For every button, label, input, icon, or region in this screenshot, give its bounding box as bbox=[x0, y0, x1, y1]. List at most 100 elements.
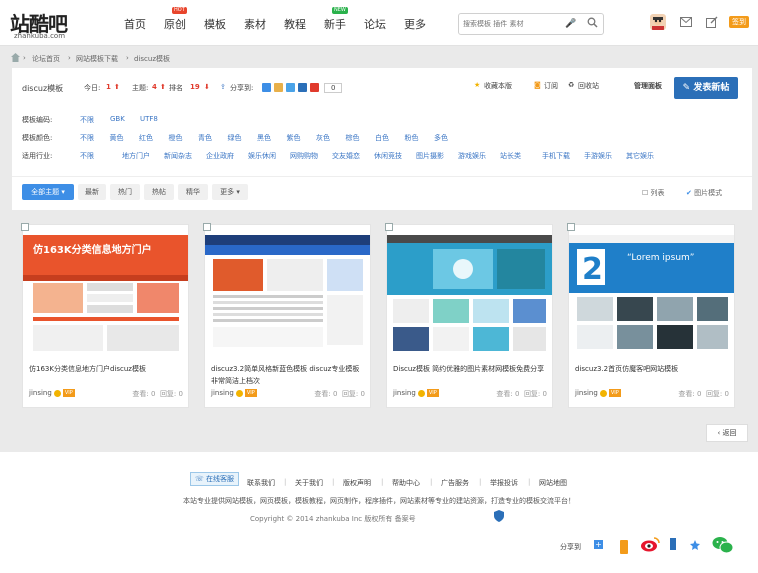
filter-option[interactable]: 不限 bbox=[80, 115, 94, 125]
qzone-icon[interactable] bbox=[690, 540, 700, 550]
weibo-share-icon[interactable] bbox=[310, 83, 319, 92]
qq-icon[interactable] bbox=[670, 538, 676, 550]
mail-icon[interactable] bbox=[680, 17, 692, 30]
thread-author[interactable]: jinsing bbox=[29, 389, 52, 397]
list-mode-link[interactable]: ☐ 列表 bbox=[642, 188, 665, 198]
thread-author[interactable]: jinsing bbox=[575, 389, 598, 397]
avatar[interactable] bbox=[650, 14, 666, 30]
thread-thumbnail[interactable] bbox=[205, 235, 370, 357]
filter-option[interactable]: 青色 bbox=[198, 133, 212, 143]
filter-option[interactable]: 其它娱乐 bbox=[626, 151, 654, 161]
thread-title[interactable]: discuz3.2简单风格新蓝色模板 discuz专业模板 非常简洁上档次 bbox=[211, 363, 367, 387]
search-input[interactable] bbox=[463, 16, 561, 32]
share-site-icon[interactable] bbox=[286, 83, 295, 92]
checkin-badge[interactable]: 签到 bbox=[729, 16, 749, 28]
nav-tutorials[interactable]: 教程 bbox=[284, 16, 306, 32]
weibo-icon[interactable] bbox=[640, 536, 660, 552]
filter-option[interactable]: 红色 bbox=[139, 133, 153, 143]
recycle-link[interactable]: 回收站 bbox=[578, 81, 599, 91]
footer-link-about[interactable]: 关于我们 bbox=[295, 478, 323, 488]
tab-more[interactable]: 更多 ▾ bbox=[212, 184, 248, 200]
filter-option[interactable]: 企业政府 bbox=[206, 151, 234, 161]
filter-option[interactable]: 游戏娱乐 bbox=[458, 151, 486, 161]
filter-option[interactable]: 手机下载 bbox=[542, 151, 570, 161]
select-checkbox[interactable] bbox=[21, 223, 29, 231]
microphone-icon[interactable]: 🎤 bbox=[565, 18, 576, 30]
footer-link-ads[interactable]: 广告服务 bbox=[441, 478, 469, 488]
tab-all-threads[interactable]: 全部主题 ▾ bbox=[22, 184, 74, 200]
search-icon[interactable] bbox=[587, 17, 598, 31]
tab-digest[interactable]: 精华 bbox=[178, 184, 208, 200]
select-checkbox[interactable] bbox=[203, 223, 211, 231]
thread-card[interactable]: 仿163K分类信息地方门户 仿163K分类信息地方门户discuz模板 jins… bbox=[21, 223, 189, 408]
filter-option[interactable]: 棕色 bbox=[346, 133, 360, 143]
renren-icon[interactable] bbox=[298, 83, 307, 92]
tqq-icon[interactable] bbox=[274, 83, 283, 92]
filter-option[interactable]: 粉色 bbox=[405, 133, 419, 143]
tencent-icon[interactable] bbox=[620, 540, 628, 554]
filter-option[interactable]: 手游娱乐 bbox=[584, 151, 612, 161]
filter-option[interactable]: GBK bbox=[110, 115, 125, 123]
filter-option[interactable]: 休闲竞技 bbox=[374, 151, 402, 161]
rss-link[interactable]: 订阅 bbox=[544, 81, 558, 91]
back-button[interactable]: ‹ 返回 bbox=[706, 424, 748, 442]
footer-link-help[interactable]: 帮助中心 bbox=[392, 478, 420, 488]
nav-materials[interactable]: 素材 bbox=[244, 16, 266, 32]
filter-option[interactable]: 地方门户 bbox=[122, 151, 150, 161]
qzone-icon[interactable] bbox=[262, 83, 271, 92]
select-checkbox[interactable] bbox=[567, 223, 575, 231]
filter-option[interactable]: 网购购物 bbox=[290, 151, 318, 161]
nav-home[interactable]: 首页 bbox=[124, 16, 146, 32]
favorite-link[interactable]: 收藏本版 bbox=[484, 81, 512, 91]
filter-option[interactable]: 不限 bbox=[80, 133, 94, 143]
breadcrumb-current[interactable]: discuz模板 bbox=[134, 54, 170, 64]
nav-original[interactable]: 原创 HOT bbox=[164, 7, 187, 32]
tab-latest[interactable]: 最新 bbox=[78, 184, 106, 200]
filter-option[interactable]: 黄色 bbox=[110, 133, 124, 143]
filter-option[interactable]: 娱乐休闲 bbox=[248, 151, 276, 161]
filter-option[interactable]: 紫色 bbox=[287, 133, 301, 143]
filter-option[interactable]: 图片摄影 bbox=[416, 151, 444, 161]
site-logo[interactable]: 站酷吧 zhankuba.com bbox=[10, 8, 96, 40]
nav-forum[interactable]: 论坛 bbox=[364, 16, 386, 32]
thread-card[interactable]: Discuz模板 简约优雅的图片素材网模板免费分享 jinsing VIP 查看:… bbox=[385, 223, 553, 408]
online-service-button[interactable]: ☏ 在线客服 bbox=[190, 472, 239, 486]
filter-option[interactable]: 绿色 bbox=[228, 133, 242, 143]
filter-option[interactable]: 灰色 bbox=[316, 133, 330, 143]
thread-thumbnail[interactable] bbox=[387, 235, 552, 357]
wechat-icon[interactable] bbox=[712, 536, 734, 554]
home-icon[interactable] bbox=[11, 53, 20, 64]
filter-option[interactable]: 黑色 bbox=[257, 133, 271, 143]
tab-hot-posts[interactable]: 热帖 bbox=[144, 184, 174, 200]
footer-link-contact[interactable]: 联系我们 bbox=[247, 478, 275, 488]
filter-option[interactable]: UTF8 bbox=[140, 115, 158, 123]
filter-option[interactable]: 新闻杂志 bbox=[164, 151, 192, 161]
thread-thumbnail[interactable]: 仿163K分类信息地方门户 bbox=[23, 235, 188, 357]
thread-card[interactable]: 2 “Lorem ipsum” discuz3.2首页仿魔客吧网站模板 jins… bbox=[567, 223, 735, 408]
thread-title[interactable]: discuz3.2首页仿魔客吧网站模板 bbox=[575, 363, 731, 375]
filter-option[interactable]: 白色 bbox=[375, 133, 389, 143]
filter-option[interactable]: 不限 bbox=[80, 151, 94, 161]
nav-beginner[interactable]: 新手 NEW bbox=[324, 7, 348, 32]
thread-thumbnail[interactable]: 2 “Lorem ipsum” bbox=[569, 235, 734, 357]
filter-option[interactable]: 橙色 bbox=[169, 133, 183, 143]
breadcrumb-forum-home[interactable]: 论坛首页 bbox=[32, 54, 60, 64]
filter-option[interactable]: 交友婚恋 bbox=[332, 151, 360, 161]
thread-author[interactable]: jinsing bbox=[393, 389, 416, 397]
footer-link-copyright[interactable]: 版权声明 bbox=[343, 478, 371, 488]
edit-icon[interactable] bbox=[706, 16, 718, 31]
filter-option[interactable]: 多色 bbox=[434, 133, 448, 143]
nav-more[interactable]: 更多 bbox=[404, 16, 426, 32]
footer-link-report[interactable]: 举报投诉 bbox=[490, 478, 518, 488]
breadcrumb-templates[interactable]: 网站模板下载 bbox=[76, 54, 118, 64]
thread-author[interactable]: jinsing bbox=[211, 389, 234, 397]
plus-icon[interactable]: + bbox=[594, 540, 603, 549]
thread-title[interactable]: Discuz模板 简约优雅的图片素材网模板免费分享 bbox=[393, 363, 549, 375]
filter-option[interactable]: 站长类 bbox=[500, 151, 521, 161]
thread-card[interactable]: discuz3.2简单风格新蓝色模板 discuz专业模板 非常简洁上档次 ji… bbox=[203, 223, 371, 408]
thread-title[interactable]: 仿163K分类信息地方门户discuz模板 bbox=[29, 363, 185, 375]
tab-hot[interactable]: 热门 bbox=[110, 184, 140, 200]
select-checkbox[interactable] bbox=[385, 223, 393, 231]
nav-templates[interactable]: 模板 bbox=[204, 16, 226, 32]
new-post-button[interactable]: ✎ 发表新帖 bbox=[674, 77, 738, 99]
